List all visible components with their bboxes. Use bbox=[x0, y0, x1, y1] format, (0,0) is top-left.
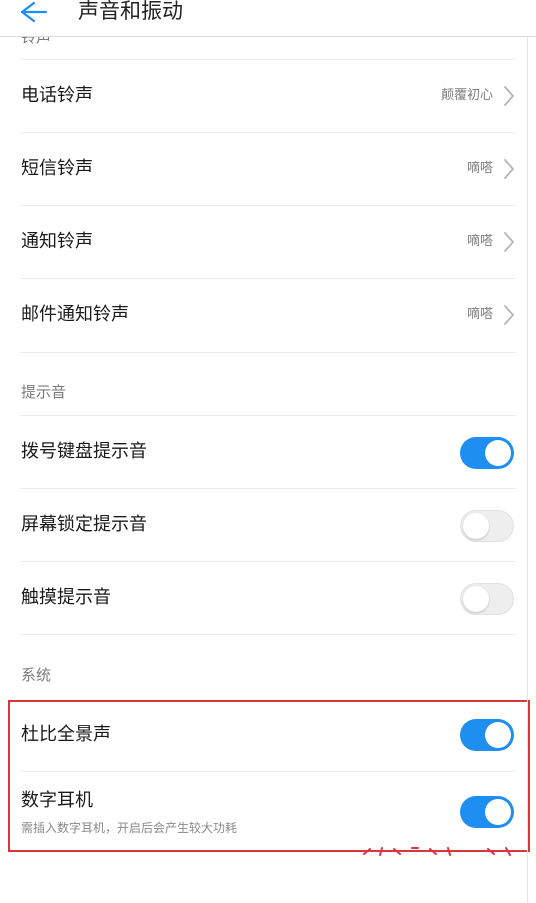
highlight-box bbox=[8, 700, 530, 852]
frame-edge bbox=[527, 37, 528, 903]
page-title: 声音和振动 bbox=[78, 0, 183, 23]
settings-item-label: 触摸提示音 bbox=[21, 587, 111, 608]
settings-item-label: 电话铃声 bbox=[21, 85, 93, 106]
settings-item-notification-ringtone[interactable]: 通知铃声 嘀嗒 bbox=[0, 206, 536, 279]
settings-item-label: 拨号键盘提示音 bbox=[21, 441, 147, 462]
settings-item-value: 嘀嗒 bbox=[466, 234, 493, 249]
section-header-tones: 提示音 bbox=[21, 383, 67, 401]
settings-item-value: 嘀嗒 bbox=[466, 161, 493, 176]
settings-item-sms-ringtone[interactable]: 短信铃声 嘀嗒 bbox=[0, 133, 536, 206]
settings-item-value: 嘀嗒 bbox=[466, 307, 493, 322]
back-arrow-icon[interactable] bbox=[14, 0, 50, 26]
touch-tone-toggle[interactable] bbox=[460, 583, 514, 615]
toggle-knob bbox=[463, 586, 489, 612]
toggle-knob bbox=[485, 440, 511, 466]
settings-item-value: 颠覆初心 bbox=[440, 88, 493, 103]
screen-lock-tone-toggle[interactable] bbox=[460, 510, 514, 542]
divider bbox=[20, 634, 516, 635]
divider bbox=[20, 352, 516, 353]
settings-item-label: 邮件通知铃声 bbox=[21, 304, 129, 325]
settings-item-label: 短信铃声 bbox=[21, 158, 93, 179]
cropped-annotation-fragment bbox=[363, 847, 511, 856]
settings-item-dialpad-tone: 拨号键盘提示音 bbox=[0, 416, 536, 489]
settings-item-screen-lock-tone: 屏幕锁定提示音 bbox=[0, 489, 536, 562]
chevron-right-icon bbox=[504, 86, 514, 106]
settings-item-email-ringtone[interactable]: 邮件通知铃声 嘀嗒 bbox=[0, 279, 536, 352]
app-header: 声音和振动 bbox=[0, 0, 536, 37]
chevron-right-icon bbox=[504, 159, 514, 179]
chevron-right-icon bbox=[504, 232, 514, 252]
settings-page: 声音和振动 铃声 电话铃声 颠覆初心 短信铃声 嘀嗒 通知铃声 嘀嗒 邮件通知铃… bbox=[0, 0, 536, 903]
settings-item-touch-tone: 触摸提示音 bbox=[0, 562, 536, 635]
settings-item-phone-ringtone[interactable]: 电话铃声 颠覆初心 bbox=[0, 60, 536, 133]
toggle-knob bbox=[463, 513, 489, 539]
section-header-system: 系统 bbox=[21, 666, 52, 684]
chevron-right-icon bbox=[504, 305, 514, 325]
dialpad-tone-toggle[interactable] bbox=[460, 437, 514, 469]
settings-item-label: 屏幕锁定提示音 bbox=[21, 514, 147, 535]
settings-item-label: 通知铃声 bbox=[21, 231, 93, 252]
